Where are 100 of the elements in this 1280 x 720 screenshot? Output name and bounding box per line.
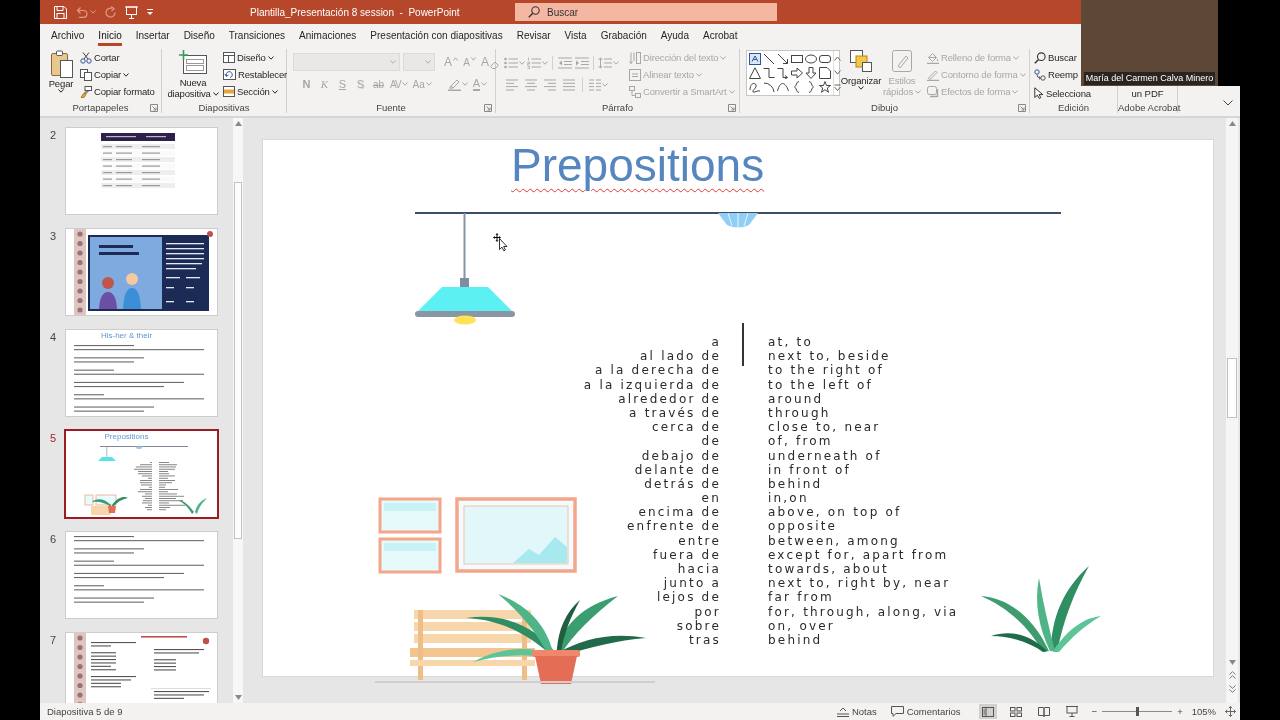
slide-layout-icon [223, 52, 235, 63]
reset-button[interactable]: Restablecer [222, 66, 289, 83]
triangle-icon[interactable] [749, 67, 761, 79]
star-icon[interactable] [819, 81, 831, 93]
arrange-button[interactable]: Organizar [840, 49, 882, 90]
format-painter-button[interactable]: Copiar formato [79, 83, 156, 100]
spanish-preposition: detrás de [644, 476, 721, 492]
arrow-line-icon[interactable] [777, 53, 789, 65]
paste-button[interactable]: Pegar [45, 49, 77, 93]
scroll-up-icon[interactable] [234, 121, 242, 126]
down-arrow-icon[interactable] [805, 67, 817, 79]
highlighter-icon [447, 77, 461, 91]
scissors-icon [80, 51, 92, 64]
rectangle-icon[interactable] [791, 53, 803, 65]
save-button[interactable] [54, 5, 67, 19]
elbow-arrow-icon[interactable] [777, 67, 789, 79]
oval-icon[interactable] [805, 53, 817, 65]
english-translation: around [768, 391, 824, 406]
line-icon[interactable] [763, 53, 775, 65]
ribbon-tab[interactable]: Grabación [600, 24, 647, 46]
zoom-in-button[interactable]: + [1176, 704, 1184, 719]
slide-thumbnail[interactable] [65, 127, 218, 215]
customize-button[interactable] [146, 8, 154, 16]
scrollbar[interactable] [233, 118, 243, 703]
scroll-down-icon[interactable] [234, 695, 242, 700]
gallery-down-icon[interactable] [834, 69, 841, 75]
notes-button[interactable]: Notas [836, 704, 877, 719]
zoom-out-button[interactable]: − [1090, 704, 1099, 719]
ribbon-tab[interactable]: Animaciones [299, 24, 357, 46]
ribbon-group-label: Adobe Acrobat [1118, 102, 1181, 113]
align-center-icon [524, 79, 537, 91]
english-translation: for, through, along, via [768, 604, 959, 619]
spanish-preposition: lejos de [656, 590, 721, 605]
slide-title: Prepositions [511, 140, 765, 190]
english-translation: of, from [768, 434, 833, 449]
ribbon-tab[interactable]: Presentación con diapositivas [370, 24, 503, 46]
ribbon-tab[interactable]: Transiciones [228, 24, 286, 46]
collapse-ribbon-icon[interactable] [1223, 100, 1233, 106]
normal-view-button[interactable] [978, 704, 997, 719]
slideshow-button[interactable] [125, 5, 138, 19]
freeform-icon[interactable] [749, 81, 761, 93]
numbered-list-icon [527, 57, 541, 69]
text-box-icon[interactable] [749, 53, 761, 65]
caret-down-icon [470, 57, 476, 61]
scrollbar[interactable] [1226, 118, 1238, 703]
fit-to-window-icon[interactable] [1225, 706, 1236, 717]
new-slide-button[interactable]: Nueva diapositiva [164, 49, 222, 99]
slide-thumbnail[interactable] [65, 632, 218, 703]
block-arrow-icon[interactable] [791, 67, 803, 79]
slide-thumbnail[interactable] [65, 228, 218, 316]
ribbon-tab[interactable]: Ayuda [660, 24, 689, 46]
english-translation: behind [768, 476, 823, 492]
align-right-icon [543, 79, 556, 91]
ribbon-tab[interactable]: Insertar [135, 24, 170, 46]
previous-slide-icon[interactable] [1228, 671, 1236, 679]
ribbon-tab[interactable]: Vista [564, 24, 587, 46]
next-slide-icon[interactable] [1228, 685, 1236, 693]
select-button[interactable]: Selecciona [1034, 87, 1091, 99]
copy-button[interactable]: Copiar [79, 66, 131, 83]
scrollbar-thumb[interactable] [1227, 358, 1237, 418]
slide-number: 2 [50, 128, 58, 142]
folded-shape-icon[interactable] [819, 67, 831, 79]
rounded-rectangle-icon[interactable] [819, 53, 831, 65]
ribbon-tab[interactable]: Revisar [516, 24, 551, 46]
open-book-icon [1037, 706, 1050, 717]
gallery-more-icon[interactable] [834, 83, 841, 91]
ribbon-tab[interactable]: Acrobat [702, 24, 738, 46]
find-button[interactable]: Buscar [1034, 49, 1077, 66]
replace-button[interactable]: Reemp [1034, 66, 1078, 83]
ribbon-tab[interactable]: Diseño [183, 24, 215, 46]
quick-styles-icon [892, 50, 912, 72]
pdf-button[interactable]: un PDF [1131, 87, 1164, 99]
ribbon-tab[interactable]: Archivo [51, 24, 85, 46]
english-translation: next to, right by, near [768, 576, 951, 591]
cut-button[interactable]: Cortar [79, 49, 121, 66]
arc-icon[interactable] [763, 81, 775, 93]
zoom-slider-thumb[interactable] [1135, 707, 1139, 716]
arrange-icon [850, 50, 872, 72]
spanish-preposition: a través de [629, 405, 721, 421]
english-translation: behind [768, 632, 823, 648]
scroll-down-icon[interactable] [1228, 660, 1236, 665]
curve-icon[interactable] [777, 81, 789, 93]
scrollbar-thumb[interactable] [234, 182, 242, 539]
layout-button[interactable]: Diseño [222, 49, 275, 66]
pointer-icon [1034, 87, 1044, 99]
comments-button[interactable]: Comentarios [890, 704, 961, 719]
caret-icon [425, 60, 431, 64]
slide-thumbnail[interactable] [65, 531, 218, 619]
spanish-preposition: sobre [676, 618, 721, 633]
slide-counter: Diapositiva 5 de 9 [47, 706, 123, 717]
search-field[interactable]: Buscar [515, 3, 777, 21]
columns-icon [589, 79, 601, 91]
gallery-up-icon[interactable] [834, 55, 841, 61]
spanish-preposition: hacia [677, 562, 721, 577]
dialog-launcher-icon[interactable] [1018, 103, 1026, 112]
scroll-up-icon[interactable] [1228, 121, 1236, 126]
elbow-connector-icon[interactable] [763, 67, 775, 79]
section-button[interactable]: Sección [222, 83, 279, 100]
english-translation: opposite [768, 519, 838, 534]
dialog-launcher-icon[interactable] [150, 103, 158, 112]
